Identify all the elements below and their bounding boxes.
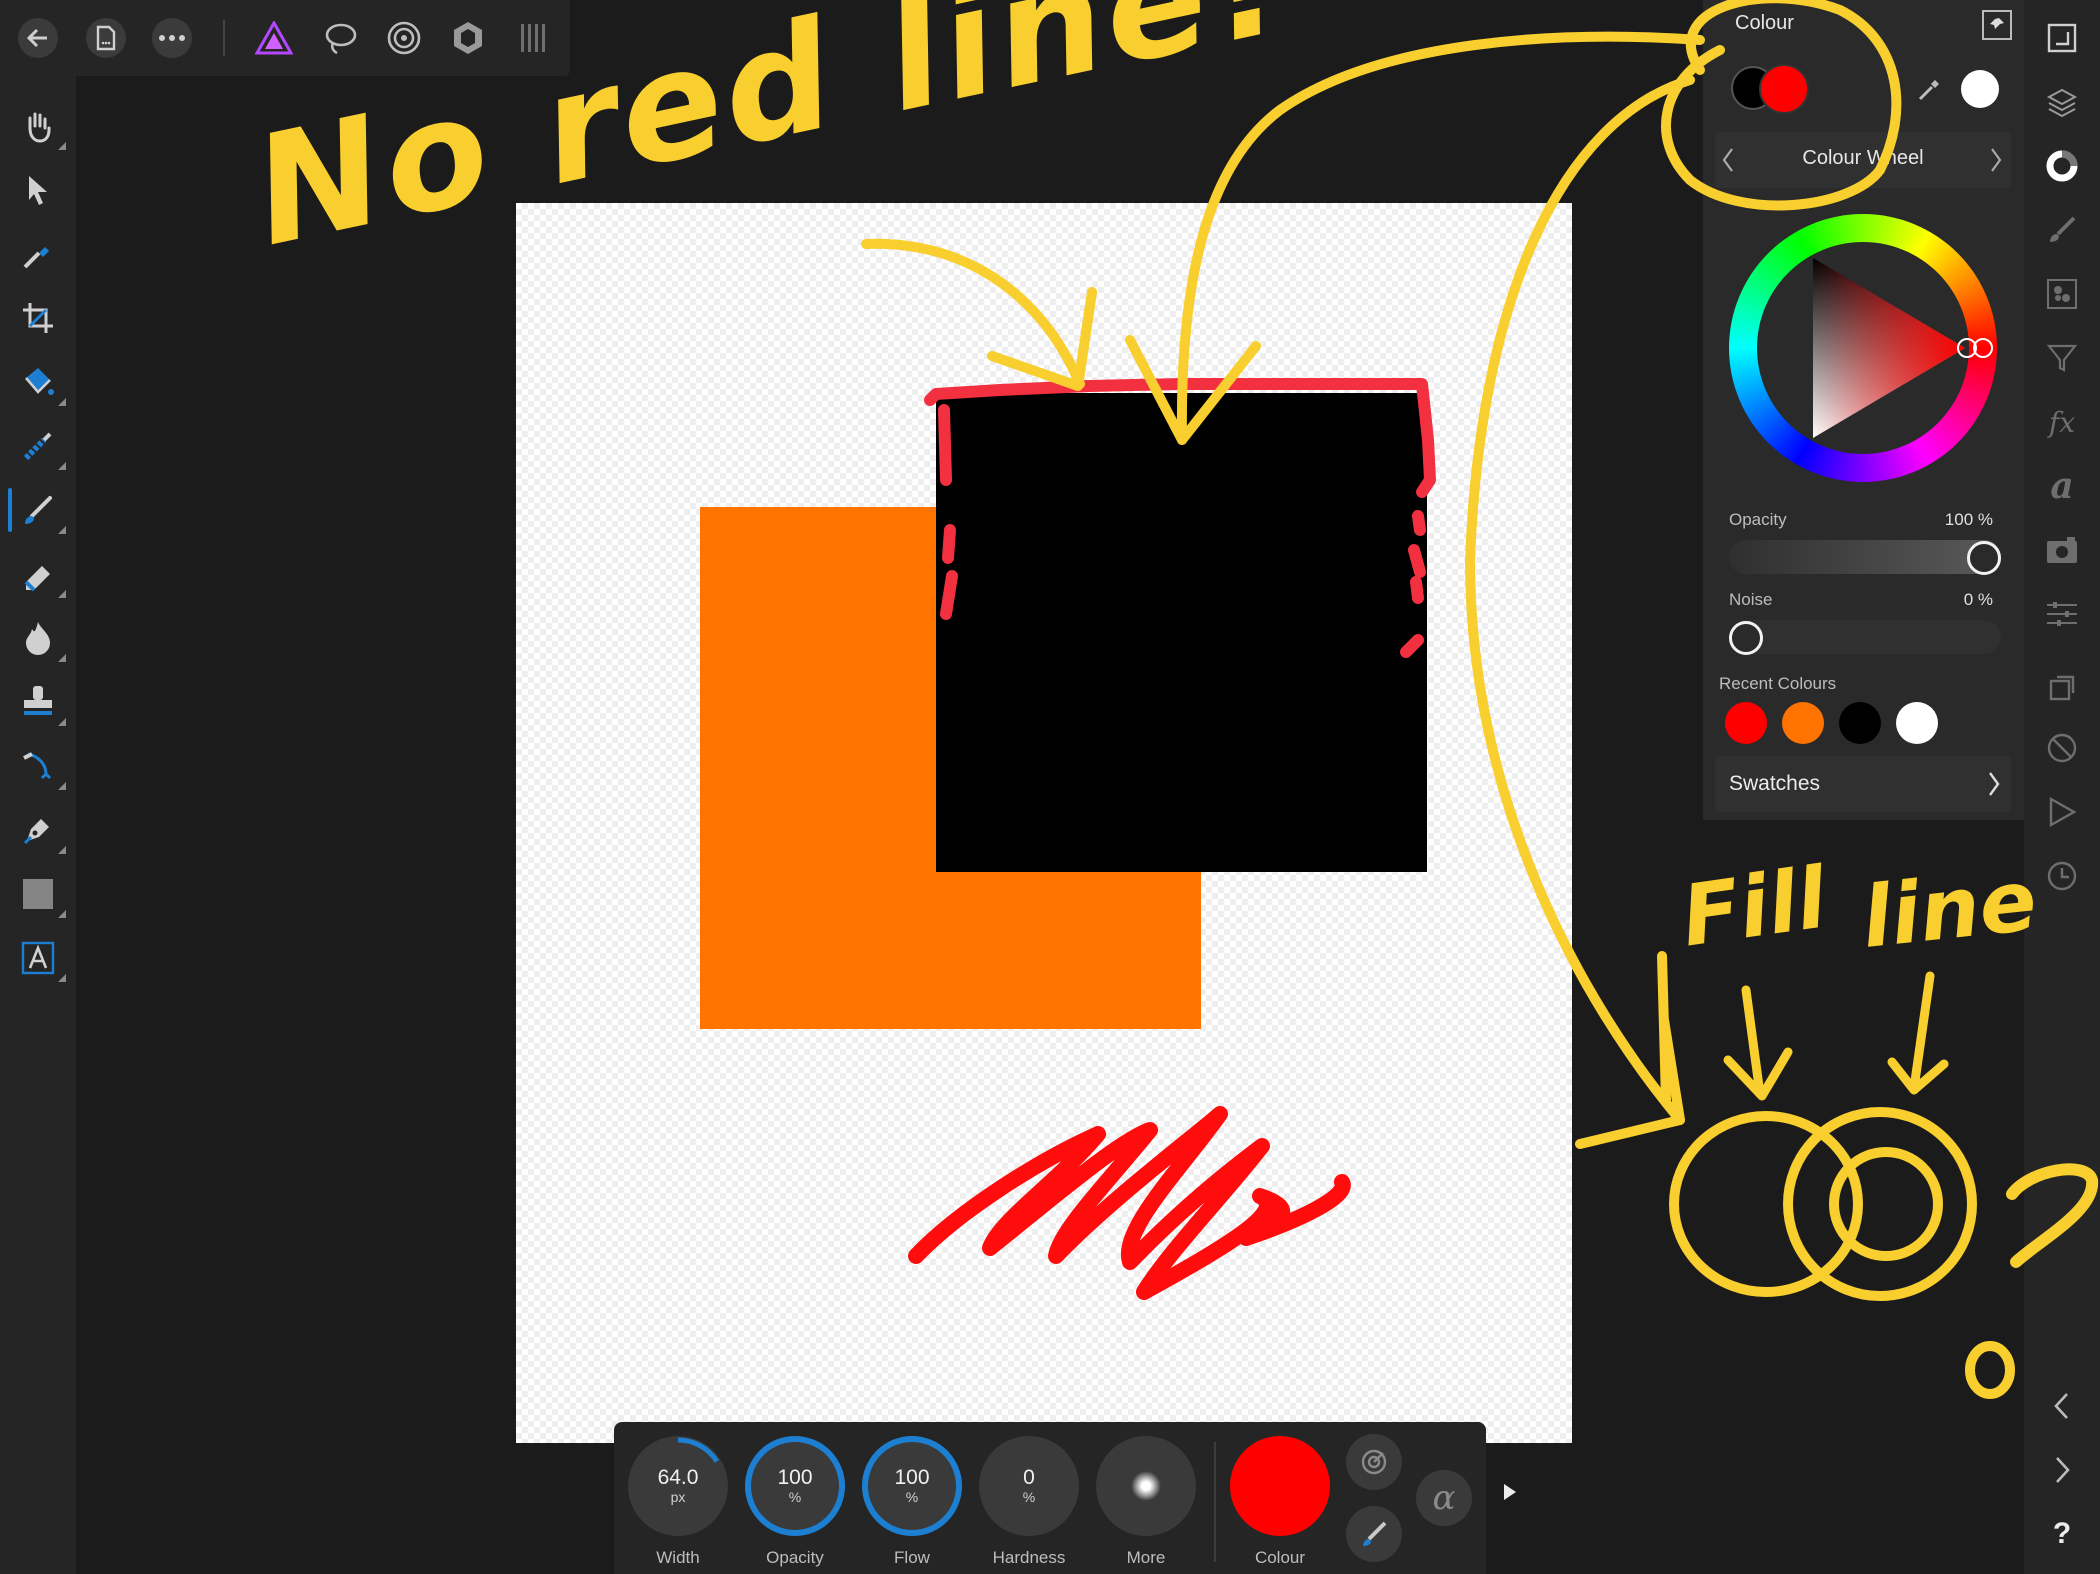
annotation-line: line [1857, 851, 2042, 967]
annotation-fill: Fill [1675, 848, 1832, 966]
app-window: Colour Colour Wheel Opacity 100 % Noise … [0, 0, 2100, 1574]
